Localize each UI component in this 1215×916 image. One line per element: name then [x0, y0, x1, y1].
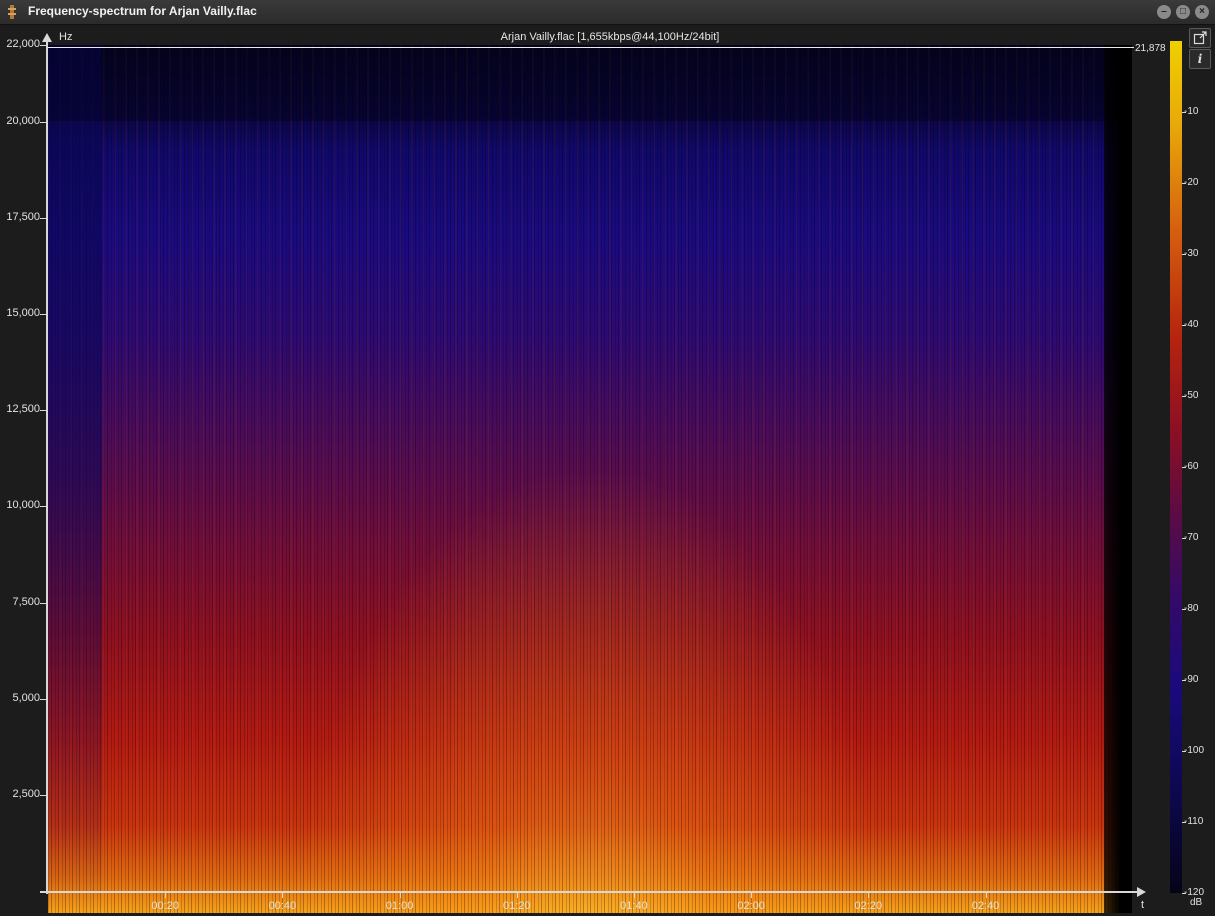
y-tick-mark	[40, 218, 46, 220]
x-tick-label: 01:00	[385, 900, 414, 912]
y-tick-label: 20,000	[6, 114, 40, 127]
colorbar-tick-label: -50	[1184, 390, 1199, 401]
x-tick-label: 02:00	[737, 900, 765, 912]
y-tick-label: 5,000	[12, 691, 40, 704]
y-tick-mark	[40, 698, 46, 700]
x-tick-mark	[516, 893, 518, 898]
y-tick-mark	[40, 121, 46, 123]
cutoff-label: 21,878	[1135, 43, 1166, 54]
x-tick-label: 02:40	[971, 900, 1000, 912]
x-tick-label: 00:40	[268, 900, 297, 912]
y-tick-mark	[40, 314, 46, 316]
colorbar-tick-mark	[1182, 609, 1186, 610]
close-icon[interactable]: ×	[1195, 5, 1209, 19]
x-tick-label: 01:40	[620, 900, 648, 912]
colorbar-tick-label: -20	[1184, 177, 1199, 188]
colorbar-tick-label: -30	[1184, 248, 1199, 259]
colorbar-tick-mark	[1182, 893, 1186, 894]
plot-title: Arjan Vailly.flac [1,655kbps@44,100Hz/24…	[500, 31, 720, 43]
colorbar-tick-label: -70	[1184, 532, 1199, 543]
window-title: Frequency-spectrum for Arjan Vailly.flac	[28, 4, 257, 18]
x-tick-mark	[399, 893, 401, 898]
app-icon	[8, 5, 16, 19]
colorbar-tick-mark	[1182, 396, 1186, 397]
maximize-icon[interactable]: □	[1176, 5, 1190, 19]
y-tick-mark	[40, 506, 46, 508]
y-tick-mark	[40, 794, 46, 796]
x-tick-mark	[985, 893, 987, 898]
title-bar: Frequency-spectrum for Arjan Vailly.flac…	[0, 0, 1215, 25]
colorbar-tick-label: -110	[1184, 816, 1204, 827]
colorbar-unit: dB	[1190, 897, 1203, 908]
info-icon[interactable]: i	[1189, 49, 1211, 69]
colorbar-tick-mark	[1182, 112, 1186, 113]
spectrum-plot: Hz t Arjan Vailly.flac [1,655kbps@44,100…	[0, 25, 1215, 916]
colorbar-tick-mark	[1182, 822, 1186, 823]
y-tick-label: 15,000	[6, 307, 40, 320]
colorbar-tick-label: -60	[1184, 461, 1199, 472]
x-tick-mark	[751, 893, 753, 898]
y-axis-arrow-icon	[42, 33, 52, 42]
y-tick-mark	[40, 45, 46, 46]
y-tick-label: 12,500	[6, 403, 40, 416]
y-axis	[46, 41, 48, 894]
x-tick-label: 01:20	[502, 900, 531, 912]
y-axis-unit: Hz	[59, 31, 73, 43]
x-axis	[40, 891, 1140, 893]
minimize-icon[interactable]: –	[1157, 5, 1171, 19]
x-axis-arrow-icon	[1137, 887, 1146, 897]
y-tick-mark	[40, 410, 46, 412]
spectrogram-image	[48, 45, 1132, 913]
x-tick-mark	[282, 893, 284, 898]
x-tick-mark	[165, 893, 167, 898]
x-axis-unit: t	[1141, 899, 1145, 911]
colorbar-tick-mark	[1182, 183, 1186, 184]
colorbar-tick-mark	[1182, 325, 1186, 326]
colorbar-tick-label: -100	[1184, 745, 1205, 756]
colorbar-tick-label: -10	[1184, 106, 1199, 117]
cutoff-line	[48, 47, 1134, 48]
y-tick-label: 2,500	[12, 787, 40, 800]
y-tick-label: 7,500	[12, 595, 40, 608]
export-icon[interactable]	[1189, 28, 1211, 48]
colorbar-tick-mark	[1182, 467, 1186, 468]
colorbar-tick-label: -40	[1184, 319, 1199, 330]
x-tick-label: 00:20	[151, 900, 179, 912]
colorbar-tick-mark	[1182, 680, 1186, 681]
colorbar-tick-mark	[1182, 254, 1186, 255]
colorbar-tick-mark	[1182, 751, 1186, 752]
colorbar-tick-label: -90	[1184, 674, 1199, 685]
x-tick-label: 02:20	[854, 900, 883, 912]
x-tick-mark	[868, 893, 870, 898]
colorbar-tick-mark	[1182, 538, 1186, 539]
y-tick-label: 22,000	[6, 38, 40, 50]
y-tick-label: 17,500	[6, 211, 40, 224]
x-tick-mark	[633, 893, 635, 898]
y-tick-label: 10,000	[6, 499, 40, 512]
colorbar-tick-label: -80	[1184, 603, 1199, 614]
colorbar	[1170, 41, 1182, 893]
y-tick-mark	[40, 602, 46, 604]
